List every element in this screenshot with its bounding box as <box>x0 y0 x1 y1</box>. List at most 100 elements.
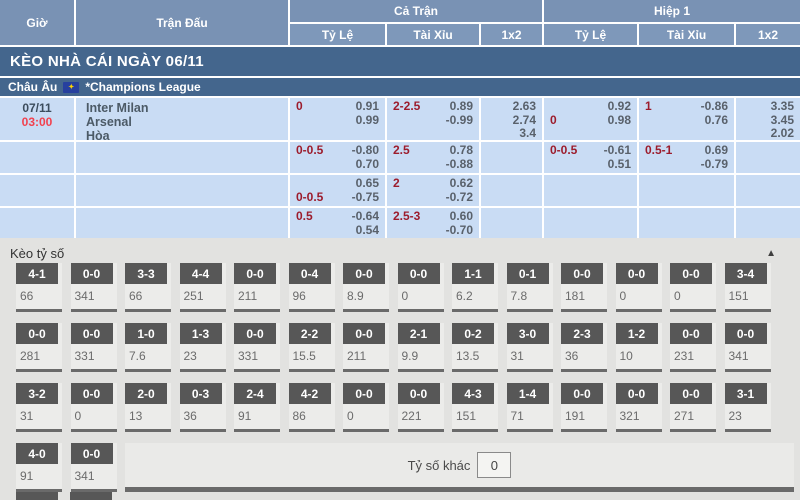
score-label: 3-1 <box>725 383 767 404</box>
odds-cell-ft-1x2[interactable]: 2.632.743.4 <box>481 98 542 140</box>
score-cell[interactable]: 0-0331 <box>71 323 117 372</box>
score-odds-value: 15.5 <box>289 344 335 369</box>
score-cell[interactable]: 4-286 <box>289 383 335 432</box>
score-cell[interactable]: 3-4151 <box>725 263 771 312</box>
score-cell[interactable]: 0-0341 <box>725 323 771 372</box>
score-odds-value: 6.2 <box>452 284 498 309</box>
odds-cell-ft-handicap[interactable]: 0-0.5-0.800.70 <box>290 142 385 173</box>
odds-cell-ft-over-under[interactable]: 2-2.50.89-0.99 <box>387 98 479 140</box>
score-odds-value: 7.6 <box>125 344 171 369</box>
score-cell[interactable]: 0-0281 <box>16 323 62 372</box>
score-label: 4-2 <box>289 383 331 404</box>
score-cell[interactable]: 0-00 <box>616 263 662 312</box>
score-cell[interactable]: 0-0321 <box>616 383 662 432</box>
score-cell[interactable]: 0-496 <box>289 263 335 312</box>
odds-cell-h1-handicap[interactable] <box>544 208 637 238</box>
score-label: 0-0 <box>670 323 712 344</box>
score-cell[interactable]: 1-16.2 <box>452 263 498 312</box>
score-odds-value: 31 <box>507 344 553 369</box>
score-cell[interactable]: 0-00 <box>71 383 117 432</box>
score-label: 1-3 <box>180 323 222 344</box>
odds-cell-ft-handicap[interactable]: 0.5-0.640.54 <box>290 208 385 238</box>
odds-cell-h1-over-under[interactable] <box>639 175 734 206</box>
odds-cell-h1-over-under[interactable]: 0.5-10.69-0.79 <box>639 142 734 173</box>
odds-cell-h1-1x2[interactable] <box>736 175 800 206</box>
score-cell[interactable]: 4-166 <box>16 263 62 312</box>
odds-value: 0.62 <box>450 177 473 191</box>
chevron-up-icon[interactable]: ▲ <box>766 249 776 259</box>
score-cell[interactable]: 2-336 <box>561 323 607 372</box>
odds-cell-h1-handicap[interactable]: 0-0.5-0.610.51 <box>544 142 637 173</box>
odds-cell-h1-1x2[interactable] <box>736 208 800 238</box>
score-cell[interactable]: 0-00 <box>398 263 444 312</box>
match-teams-cell-empty <box>76 142 288 173</box>
score-cell[interactable]: 0-17.8 <box>507 263 553 312</box>
match-teams-cell-empty <box>76 175 288 206</box>
odds-cell-ft-1x2[interactable] <box>481 208 542 238</box>
odds-cell-ft-over-under[interactable]: 20.62-0.72 <box>387 175 479 206</box>
score-cell[interactable]: 0-00 <box>670 263 716 312</box>
odds-value: 0.51 <box>608 158 631 172</box>
home-team-name: Inter Milan <box>86 101 288 115</box>
odds-cell-ft-over-under[interactable]: 2.5-30.60-0.70 <box>387 208 479 238</box>
score-cell[interactable]: 0-336 <box>180 383 226 432</box>
eu-flag-icon: ✦ <box>63 82 79 93</box>
column-header-ft-over-under: Tài Xỉu <box>387 24 479 45</box>
score-cell[interactable]: 3-123 <box>725 383 771 432</box>
score-cell[interactable]: 0-0331 <box>234 323 280 372</box>
score-cell[interactable]: 2-491 <box>234 383 280 432</box>
score-cell[interactable]: 2-013 <box>125 383 171 432</box>
column-header-ft-1x2: 1x2 <box>481 24 542 45</box>
score-cell[interactable]: 0-0211 <box>234 263 280 312</box>
odds-cell-h1-over-under[interactable] <box>639 208 734 238</box>
odds-cell-h1-1x2[interactable]: 3.353.452.02 <box>736 98 800 140</box>
odds-cell-ft-handicap[interactable]: 0.650-0.5-0.75 <box>290 175 385 206</box>
score-cell[interactable]: 1-210 <box>616 323 662 372</box>
score-cell[interactable]: 4-4251 <box>180 263 226 312</box>
column-header-full-match: Cả Trận <box>290 0 542 22</box>
score-cell[interactable]: 0-0271 <box>670 383 716 432</box>
odds-value: 3.4 <box>519 127 536 141</box>
other-score-input[interactable] <box>477 452 511 478</box>
odds-cell-h1-over-under[interactable]: 1-0.860.76 <box>639 98 734 140</box>
score-cell[interactable]: 1-471 <box>507 383 553 432</box>
score-cell[interactable]: 3-366 <box>125 263 171 312</box>
score-cell[interactable]: 0-0341 <box>71 263 117 312</box>
handicap-value: 2.5-3 <box>393 210 420 224</box>
score-cell[interactable]: 0-0191 <box>561 383 607 432</box>
score-cell[interactable]: 1-07.6 <box>125 323 171 372</box>
score-row: 3-2310-002-0130-3362-4914-2860-000-02214… <box>16 383 800 432</box>
score-cell[interactable]: 0-08.9 <box>343 263 389 312</box>
away-team-name: Arsenal <box>86 115 288 129</box>
score-cell[interactable]: 3-031 <box>507 323 553 372</box>
match-teams-cell[interactable]: Inter Milan Arsenal Hòa <box>76 98 288 140</box>
odds-cell-ft-1x2[interactable] <box>481 142 542 173</box>
odds-cell-h1-1x2[interactable] <box>736 142 800 173</box>
score-cell[interactable]: 3-231 <box>16 383 62 432</box>
score-cell[interactable]: 4-091 <box>16 443 62 492</box>
odds-cell-ft-over-under[interactable]: 2.50.78-0.88 <box>387 142 479 173</box>
score-cell[interactable]: 2-19.9 <box>398 323 444 372</box>
score-cell[interactable]: 0-0231 <box>670 323 716 372</box>
score-cell[interactable]: 0-0221 <box>398 383 444 432</box>
score-cell[interactable]: 0-0181 <box>561 263 607 312</box>
score-odds-value: 96 <box>289 284 335 309</box>
score-cell[interactable]: 2-215.5 <box>289 323 335 372</box>
score-cell[interactable]: 1-323 <box>180 323 226 372</box>
score-cell[interactable]: 0-00 <box>343 383 389 432</box>
other-score-panel: Tỷ số khác <box>125 443 794 492</box>
score-label: 3-0 <box>507 323 549 344</box>
score-cell[interactable]: 4-3151 <box>452 383 498 432</box>
score-odds-value: 251 <box>180 284 226 309</box>
odds-cell-h1-handicap[interactable]: 0.9200.98 <box>544 98 637 140</box>
score-cell[interactable]: 0-0211 <box>343 323 389 372</box>
score-odds-value: 281 <box>16 344 62 369</box>
odds-cell-h1-handicap[interactable] <box>544 175 637 206</box>
odds-cell-ft-1x2[interactable] <box>481 175 542 206</box>
score-cell[interactable]: 0-0341 <box>71 443 117 492</box>
league-header[interactable]: Châu Âu ✦ *Champions League <box>0 78 800 96</box>
score-cell[interactable]: 0-213.5 <box>452 323 498 372</box>
odds-value: 0.69 <box>705 144 728 158</box>
odds-cell-ft-handicap[interactable]: 00.910.99 <box>290 98 385 140</box>
score-label: 3-4 <box>725 263 767 284</box>
